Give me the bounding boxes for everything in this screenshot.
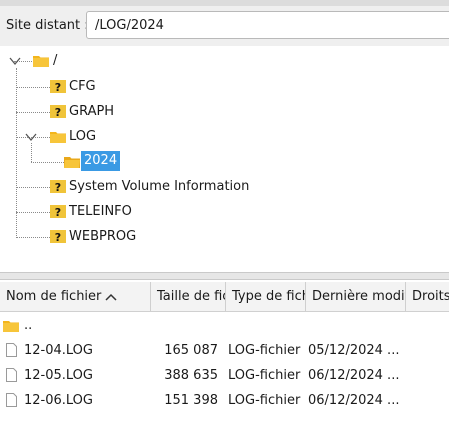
tree-item-root[interactable]: /: [50, 51, 60, 71]
tree-item-2024[interactable]: 2024: [81, 151, 121, 171]
file-modified: 05/12/2024 ...: [308, 343, 400, 358]
pane-splitter[interactable]: [0, 272, 449, 280]
tree-item-graph[interactable]: GRAPH: [66, 102, 117, 122]
chevron-down-icon[interactable]: [9, 56, 21, 66]
svg-text:?: ?: [55, 81, 61, 93]
chevron-down-icon[interactable]: [25, 132, 37, 142]
file-size: 165 087: [164, 343, 218, 358]
file-name: ..: [24, 318, 33, 333]
file-type: LOG-fichier: [228, 368, 301, 383]
file-modified: 06/12/2024 ...: [308, 393, 400, 408]
tree-item-teleinfo[interactable]: TELEINFO: [66, 202, 135, 222]
list-item-parent[interactable]: ..: [0, 313, 449, 338]
svg-text:?: ?: [55, 106, 61, 118]
tree-item-webprog[interactable]: WEBPROG: [66, 227, 139, 247]
table-row[interactable]: 12-06.LOG 151 398 LOG-fichier 06/12/2024…: [0, 388, 449, 413]
file-size: 151 398: [164, 393, 218, 408]
folder-icon: [33, 56, 49, 67]
file-list-header: Nom de fichier Taille de fichier Type de…: [0, 282, 449, 312]
svg-text:?: ?: [55, 231, 61, 243]
unknown-folder-icon: ?: [50, 230, 66, 243]
tree-item-cfg[interactable]: CFG: [66, 77, 99, 97]
file-name: 12-06.LOG: [24, 393, 93, 408]
remote-path-input[interactable]: /LOG/2024: [86, 11, 449, 39]
file-type: LOG-fichier: [228, 343, 301, 358]
unknown-folder-icon: ?: [50, 80, 66, 93]
file-name: 12-04.LOG: [24, 343, 93, 358]
column-header-modified[interactable]: Dernière modification: [306, 282, 406, 311]
sort-ascending-icon: [105, 293, 117, 301]
file-size: 388 635: [164, 368, 218, 383]
file-icon: [6, 393, 17, 407]
column-header-name[interactable]: Nom de fichier: [0, 282, 151, 311]
table-row[interactable]: 12-05.LOG 388 635 LOG-fichier 06/12/2024…: [0, 363, 449, 388]
folder-icon: [3, 321, 19, 332]
file-icon: [6, 343, 17, 357]
column-header-size[interactable]: Taille de fichier: [151, 282, 226, 311]
remote-site-label: Site distant :: [6, 18, 89, 33]
svg-text:?: ?: [55, 181, 61, 193]
unknown-folder-icon: ?: [50, 180, 66, 193]
file-type: LOG-fichier: [228, 393, 301, 408]
file-icon: [6, 368, 17, 382]
folder-open-icon: [64, 157, 80, 168]
unknown-folder-icon: ?: [50, 205, 66, 218]
file-modified: 06/12/2024 ...: [308, 368, 400, 383]
unknown-folder-icon: ?: [50, 105, 66, 118]
column-header-permissions[interactable]: Droits: [406, 282, 449, 311]
file-name: 12-05.LOG: [24, 368, 93, 383]
remote-site-bar: Site distant : /LOG/2024: [0, 6, 449, 46]
svg-text:?: ?: [55, 206, 61, 218]
remote-directory-tree[interactable]: / ? CFG ? GRAPH LOG 2024 ? System Volume…: [0, 46, 449, 272]
table-row[interactable]: 12-04.LOG 165 087 LOG-fichier 05/12/2024…: [0, 338, 449, 363]
tree-item-system-volume-information[interactable]: System Volume Information: [66, 177, 252, 197]
remote-file-list[interactable]: Nom de fichier Taille de fichier Type de…: [0, 280, 449, 447]
folder-icon: [50, 132, 66, 143]
tree-item-log[interactable]: LOG: [66, 127, 99, 147]
column-header-type[interactable]: Type de fichier: [226, 282, 306, 311]
